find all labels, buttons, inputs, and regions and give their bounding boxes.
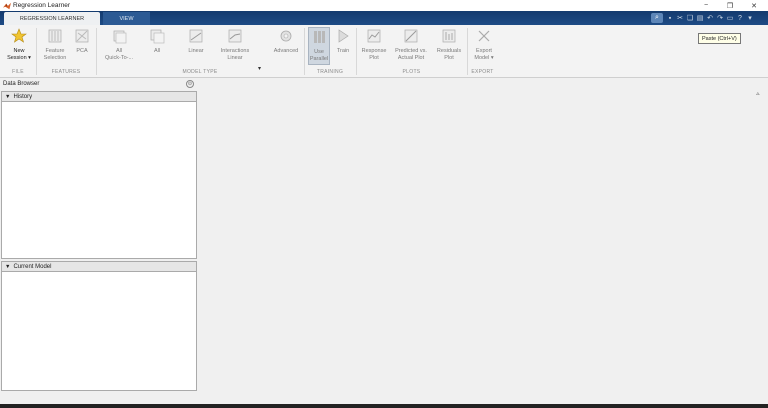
feature-selection-icon [47, 28, 63, 44]
tab-view[interactable]: VIEW [103, 12, 150, 25]
train-play-icon [335, 28, 351, 44]
linear-button[interactable]: Linear [183, 27, 209, 65]
use-parallel-toggle[interactable]: Use Parallel [308, 27, 330, 65]
predicted-vs-actual-icon [403, 28, 419, 44]
panel-collapse-icon[interactable]: ⊙ [186, 80, 194, 88]
window-title: Regression Learner [13, 2, 71, 9]
redo-icon[interactable]: ↷ [715, 13, 725, 23]
pca-button[interactable]: PCA [71, 27, 93, 65]
save-icon[interactable]: ▪ [665, 13, 675, 23]
history-label: History [13, 93, 33, 100]
feature-selection-button[interactable]: Feature Selection [40, 27, 70, 65]
current-model-section-header[interactable]: ▼ Current Model [1, 261, 197, 272]
collapse-ribbon-icon[interactable]: ⩟ [756, 91, 760, 98]
section-label-file: FILE [12, 68, 24, 75]
matlab-logo-icon [3, 2, 11, 9]
predicted-vs-actual-button[interactable]: Predicted vs. Actual Plot [392, 27, 430, 65]
quick-access-toolbar: ⌕ ▪ ✂ ❏ ▤ ↶ ↷ ▭ ? ▾ [651, 13, 755, 23]
all-models-icon [149, 28, 165, 44]
history-section-header[interactable]: ▼ History [1, 91, 197, 102]
close-button[interactable]: ✕ [744, 0, 764, 11]
paste-tooltip: Paste (Ctrl+V) [698, 33, 741, 44]
residuals-plot-icon [441, 28, 457, 44]
help-icon[interactable]: ? [735, 13, 745, 23]
expand-triangle-icon: ▼ [5, 263, 11, 270]
section-label-model-type: MODEL TYPE [182, 68, 218, 75]
ribbon: New Session ▾ Feature Selection PCA All … [0, 25, 768, 97]
current-model-details [1, 272, 197, 391]
all-quick-icon [111, 28, 127, 44]
window-titlebar: Regression Learner [0, 0, 768, 11]
help-dropdown-icon[interactable]: ▾ [745, 13, 755, 23]
all-quick-to-train-button[interactable]: All Quick-To-... [101, 27, 137, 65]
section-label-training: TRAINING [316, 68, 344, 75]
data-browser-panel: Data Browser ⊙ ▼ History ▼ Current Model [0, 79, 197, 392]
section-label-plots: PLOTS [402, 68, 421, 75]
new-session-button[interactable]: New Session ▾ [4, 27, 34, 65]
export-model-button[interactable]: Export Model ▾ [470, 27, 498, 65]
interactions-linear-button[interactable]: Interactions Linear [215, 27, 255, 65]
search-icon[interactable]: ⌕ [651, 13, 663, 23]
export-model-icon [476, 28, 492, 44]
minimize-button[interactable]: − [696, 0, 716, 11]
undo-icon[interactable]: ↶ [705, 13, 715, 23]
linear-model-icon [188, 28, 204, 44]
tab-regression-learner[interactable]: REGRESSION LEARNER [4, 12, 100, 25]
switch-windows-icon[interactable]: ▭ [725, 13, 735, 23]
section-label-features: FEATURES [51, 68, 81, 75]
expand-triangle-icon: ▼ [5, 93, 11, 100]
new-session-star-icon [11, 28, 27, 44]
maximize-button[interactable]: ❐ [720, 0, 740, 11]
cut-icon[interactable]: ✂ [675, 13, 685, 23]
response-plot-icon [366, 28, 382, 44]
section-label-export: EXPORT [471, 68, 494, 75]
parallel-icon [311, 29, 327, 45]
train-button[interactable]: Train [333, 27, 353, 65]
advanced-options-button[interactable]: Advanced [270, 27, 302, 65]
all-models-button[interactable]: All [145, 27, 169, 65]
current-model-label: Current Model [13, 263, 52, 270]
response-plot-button[interactable]: Response Plot [359, 27, 389, 65]
history-list[interactable] [1, 102, 197, 259]
interactions-linear-icon [227, 28, 243, 44]
residuals-plot-button[interactable]: Residuals Plot [433, 27, 465, 65]
pca-icon [74, 28, 90, 44]
bottom-edge [0, 404, 768, 408]
advanced-gear-icon [278, 28, 294, 44]
copy-icon[interactable]: ❏ [685, 13, 695, 23]
paste-icon[interactable]: ▤ [695, 13, 705, 23]
data-browser-title: Data Browser [3, 81, 40, 87]
